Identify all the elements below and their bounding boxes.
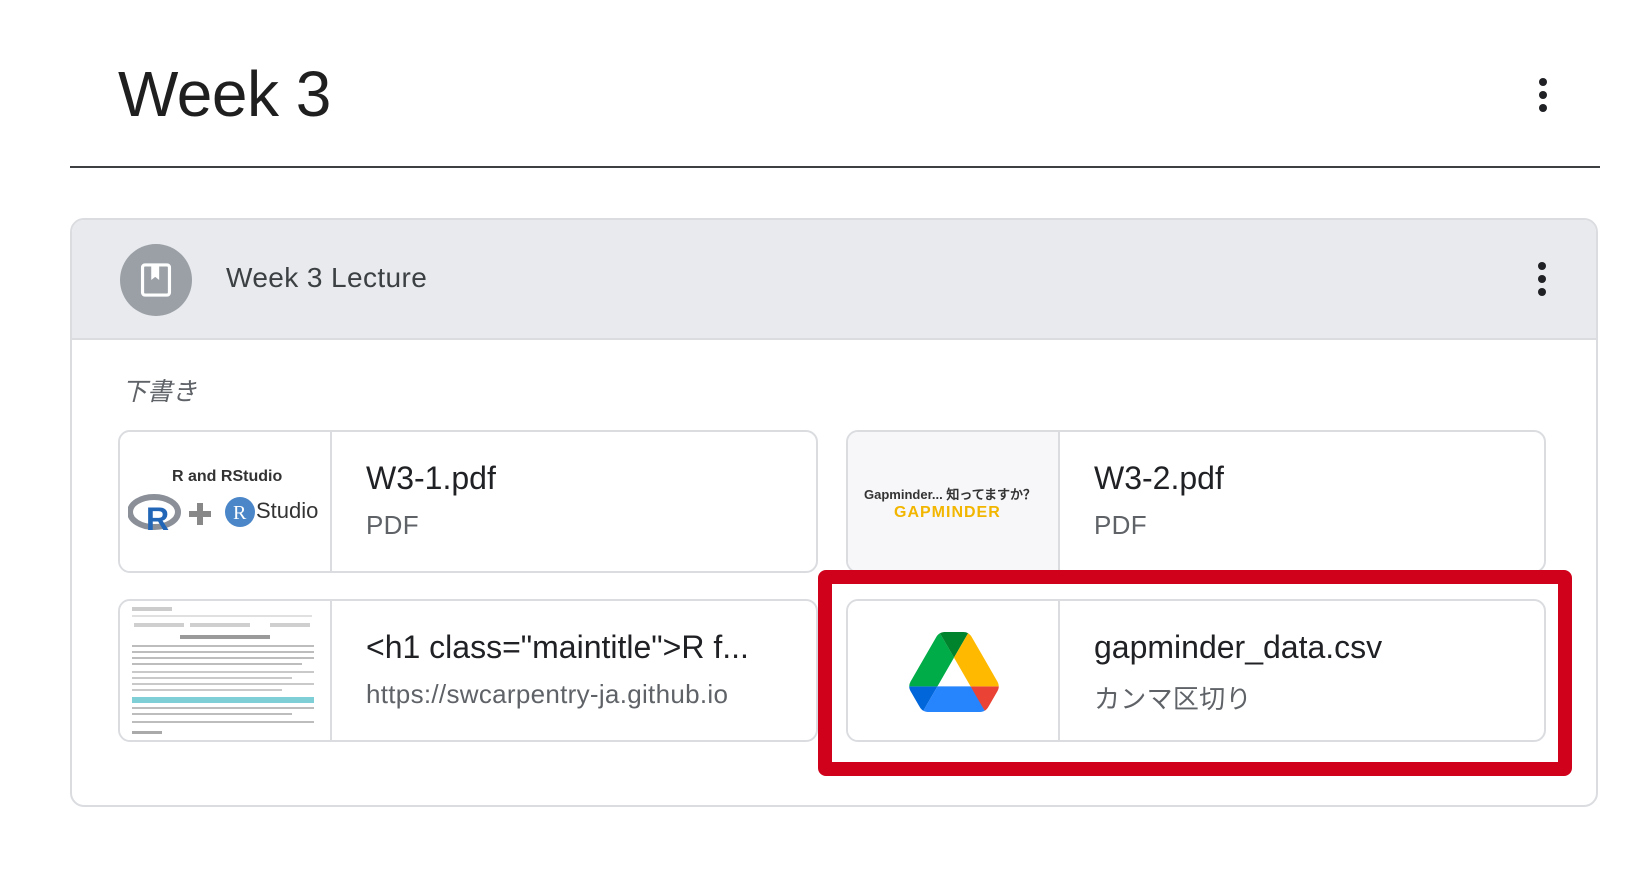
pdf-thumbnail: R and RStudio R R Studio: [120, 432, 332, 571]
svg-text:R: R: [146, 501, 169, 536]
attachment-w3-1-pdf[interactable]: R and RStudio R R Studio W3-1.pdf PDF: [118, 430, 818, 573]
svg-text:R: R: [233, 502, 247, 524]
topic-title: Week 3: [118, 58, 331, 130]
thumbnail-text: R and RStudio: [172, 468, 283, 485]
pdf-thumbnail: Gapminder... 知ってますか？ GAPMINDER: [848, 432, 1060, 571]
google-drive-icon: [909, 632, 999, 712]
attachment-title[interactable]: <h1 class="maintitle">R f...: [366, 629, 749, 666]
material-more-options-icon[interactable]: [1530, 262, 1554, 296]
webpage-thumbnail: [120, 601, 332, 740]
draft-status-label: 下書き: [122, 377, 198, 406]
attachment-title[interactable]: gapminder_data.csv: [1094, 629, 1382, 666]
topic-more-options-icon[interactable]: [1531, 78, 1555, 112]
attachment-title[interactable]: W3-2.pdf: [1094, 460, 1224, 497]
attachment-gapminder-csv[interactable]: gapminder_data.csv カンマ区切り: [846, 599, 1546, 742]
material-title[interactable]: Week 3 Lecture: [226, 262, 427, 294]
attachment-title[interactable]: W3-1.pdf: [366, 460, 496, 497]
webpage-preview-icon: [132, 607, 314, 734]
drive-file-thumbnail: [848, 601, 1060, 740]
topic-divider: [70, 166, 1600, 168]
attachment-type: PDF: [1094, 510, 1147, 540]
attachment-type: カンマ区切り: [1094, 684, 1252, 714]
thumbnail-text-2: Studio: [256, 498, 319, 523]
attachment-url: https://swcarpentry-ja.github.io: [366, 679, 729, 709]
r-logo-icon: R: [128, 494, 181, 536]
thumbnail-text: Gapminder... 知ってますか？: [864, 487, 1037, 502]
rstudio-logo-icon: R: [225, 497, 255, 527]
thumbnail-logo-text: GAPMINDER: [894, 504, 1001, 521]
book-icon: [120, 244, 192, 316]
attachment-link-swcarpentry[interactable]: <h1 class="maintitle">R f... https://swc…: [118, 599, 818, 742]
plus-icon: [189, 503, 211, 525]
attachment-type: PDF: [366, 510, 419, 540]
material-header[interactable]: Week 3 Lecture: [72, 220, 1596, 340]
attachment-w3-2-pdf[interactable]: Gapminder... 知ってますか？ GAPMINDER W3-2.pdf …: [846, 430, 1546, 573]
